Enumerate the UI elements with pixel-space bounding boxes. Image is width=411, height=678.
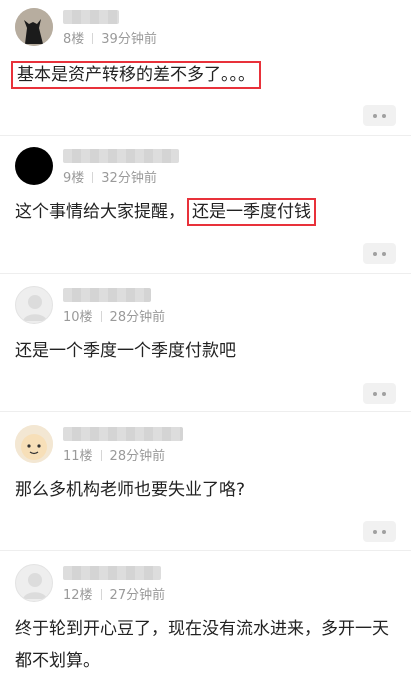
comment-time: 28分钟前: [109, 449, 166, 464]
more-button[interactable]: [363, 243, 396, 264]
meta-divider: [92, 33, 94, 44]
more-dots-icon: [382, 251, 386, 256]
comment-time: 27分钟前: [109, 588, 166, 603]
comment-meta: 12楼 27分钟前: [63, 584, 165, 603]
more-button[interactable]: [363, 383, 396, 404]
divider: [0, 135, 411, 136]
username-redacted: [63, 288, 151, 302]
comment-meta: 10楼 28分钟前: [63, 306, 165, 325]
comment-time: 39分钟前: [101, 32, 157, 47]
meta-divider: [100, 311, 102, 322]
floor-number: 12楼: [63, 588, 93, 603]
comment-body: 那么多机构老师也要失业了咯?: [15, 480, 246, 500]
default-avatar-icon: [23, 295, 47, 321]
avatar[interactable]: [15, 564, 53, 602]
avatar[interactable]: [15, 147, 53, 185]
more-button[interactable]: [363, 521, 396, 542]
floor-number: 10楼: [63, 310, 93, 325]
divider: [0, 550, 411, 551]
avatar[interactable]: [15, 8, 53, 46]
username-redacted: [63, 427, 183, 441]
username-redacted: [63, 10, 119, 24]
floor-number: 8楼: [63, 32, 85, 47]
more-dots-icon: [382, 529, 386, 534]
comment-text: 基本是资产转移的差不多了。。。: [11, 61, 391, 89]
more-dots-icon: [373, 113, 377, 118]
comment-time: 32分钟前: [101, 171, 157, 186]
comment-meta: 9楼 32分钟前: [63, 167, 157, 186]
meta-divider: [100, 450, 102, 461]
comment-body: 还是一个季度一个季度付款吧: [15, 341, 236, 361]
comment-body: 终于轮到开心豆了，现在没有流水进来，多开一天都不划算。: [15, 619, 389, 671]
comment-text: 还是一个季度一个季度付款吧: [15, 337, 391, 365]
floor-number: 11楼: [63, 449, 93, 464]
comment-text: 这个事情给大家提醒， 还是一季度付钱: [15, 198, 391, 226]
more-dots-icon: [373, 391, 377, 396]
comment-text: 终于轮到开心豆了，现在没有流水进来，多开一天都不划算。: [15, 613, 391, 677]
comment-meta: 8楼 39分钟前: [63, 28, 157, 47]
highlighted-text: 基本是资产转移的差不多了。。。: [11, 61, 261, 89]
comment-text: 那么多机构老师也要失业了咯?: [15, 476, 391, 504]
more-dots-icon: [373, 529, 377, 534]
avatar[interactable]: [15, 425, 53, 463]
username-redacted: [63, 566, 161, 580]
cat-silhouette-icon: [15, 8, 53, 46]
more-dots-icon: [382, 391, 386, 396]
comment-time: 28分钟前: [109, 310, 166, 325]
comment-body: 这个事情给大家提醒，: [15, 202, 185, 222]
username-redacted: [63, 149, 179, 163]
cartoon-face-icon: [15, 425, 53, 463]
more-dots-icon: [382, 113, 386, 118]
default-avatar-icon: [23, 573, 47, 599]
highlighted-text: 还是一季度付钱: [187, 198, 316, 226]
divider: [0, 273, 411, 274]
meta-divider: [100, 589, 102, 600]
divider: [0, 411, 411, 412]
floor-number: 9楼: [63, 171, 85, 186]
more-dots-icon: [373, 251, 377, 256]
meta-divider: [92, 172, 94, 183]
avatar[interactable]: [15, 286, 53, 324]
comment-meta: 11楼 28分钟前: [63, 445, 165, 464]
more-button[interactable]: [363, 105, 396, 126]
